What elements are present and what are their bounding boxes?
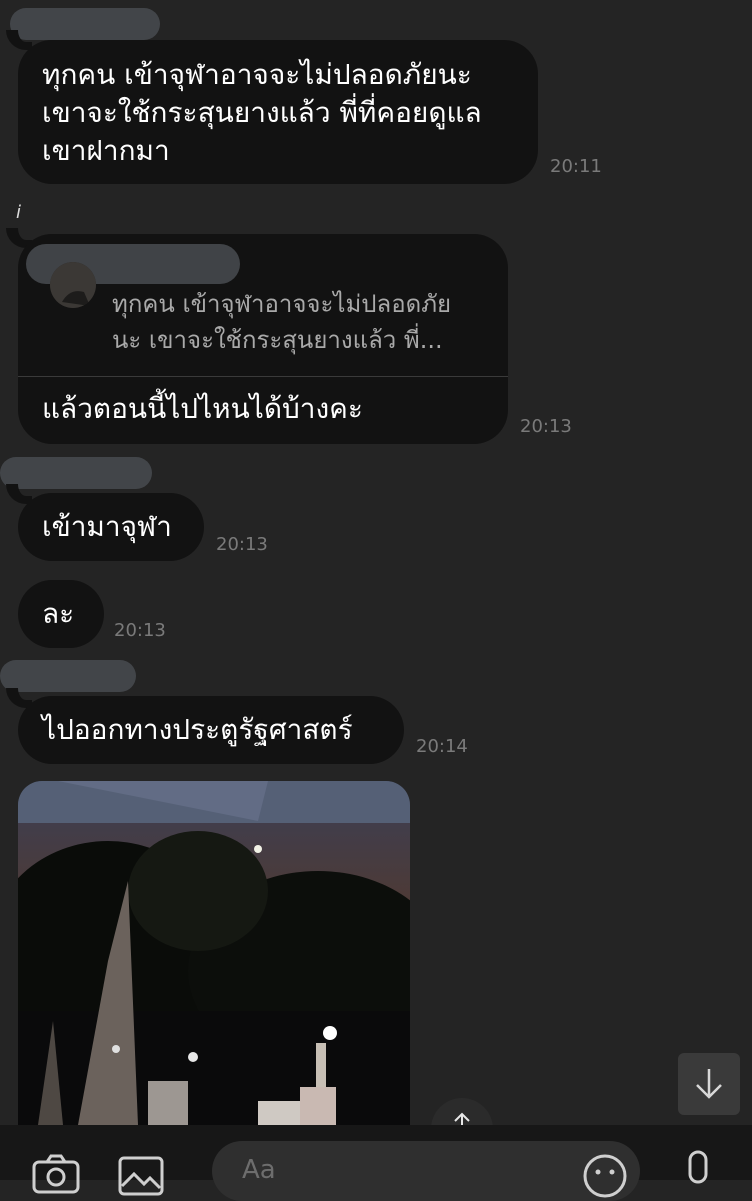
message-bubble[interactable]: ทุกคน เข้าจุฬาอาจจะไม่ปลอดภัยนะ เขาจะใช้… — [18, 40, 538, 184]
camera-icon[interactable] — [32, 1154, 80, 1194]
message-input[interactable]: Aa — [212, 1141, 640, 1201]
message-bubble[interactable]: เข้ามาจุฬา — [18, 493, 204, 561]
input-placeholder: Aa — [242, 1155, 276, 1185]
message-line: เข้ามาจุฬา — [42, 510, 172, 543]
message-time: 20:14 — [416, 736, 468, 757]
message-time: 20:13 — [520, 416, 572, 437]
message-bubble[interactable]: ละ — [18, 580, 104, 648]
message-time: 20:13 — [114, 620, 166, 641]
arrow-down-icon — [696, 1069, 722, 1099]
photo-message[interactable] — [18, 781, 410, 1125]
reply-message-bubble[interactable]: ทุกคน เข้าจุฬาอาจจะไม่ปลอดภัย นะ เขาจะใช… — [18, 234, 508, 444]
message-line: ละ — [42, 597, 75, 630]
bubble-tail — [6, 30, 32, 50]
stray-character: i — [16, 202, 22, 223]
message-line: เขาจะใช้กระสุนยางแล้ว พี่ที่คอยดูแล — [42, 96, 482, 129]
message-line: ทุกคน เข้าจุฬาอาจจะไม่ปลอดภัยนะ — [42, 58, 472, 91]
smiley-icon[interactable] — [582, 1153, 628, 1199]
message-time: 20:13 — [216, 534, 268, 555]
message-time: 20:11 — [550, 156, 602, 177]
quoted-text: ทุกคน เข้าจุฬาอาจจะไม่ปลอดภัย นะ เขาจะใช… — [112, 290, 452, 354]
message-line: เขาฝากมา — [42, 134, 170, 167]
scroll-to-bottom-button[interactable] — [678, 1053, 740, 1115]
image-icon[interactable] — [118, 1156, 164, 1196]
message-bubble[interactable]: ไปออกทางประตูรัฐศาสตร์ — [18, 696, 404, 764]
reply-text: แล้วตอนนี้ไปไหนได้บ้างคะ — [42, 392, 363, 425]
message-line: ไปออกทางประตูรัฐศาสตร์ — [42, 713, 353, 746]
microphone-icon[interactable] — [678, 1150, 718, 1190]
sender-name-redacted — [10, 8, 160, 40]
quote-divider — [18, 376, 508, 377]
quoted-avatar — [50, 262, 96, 308]
